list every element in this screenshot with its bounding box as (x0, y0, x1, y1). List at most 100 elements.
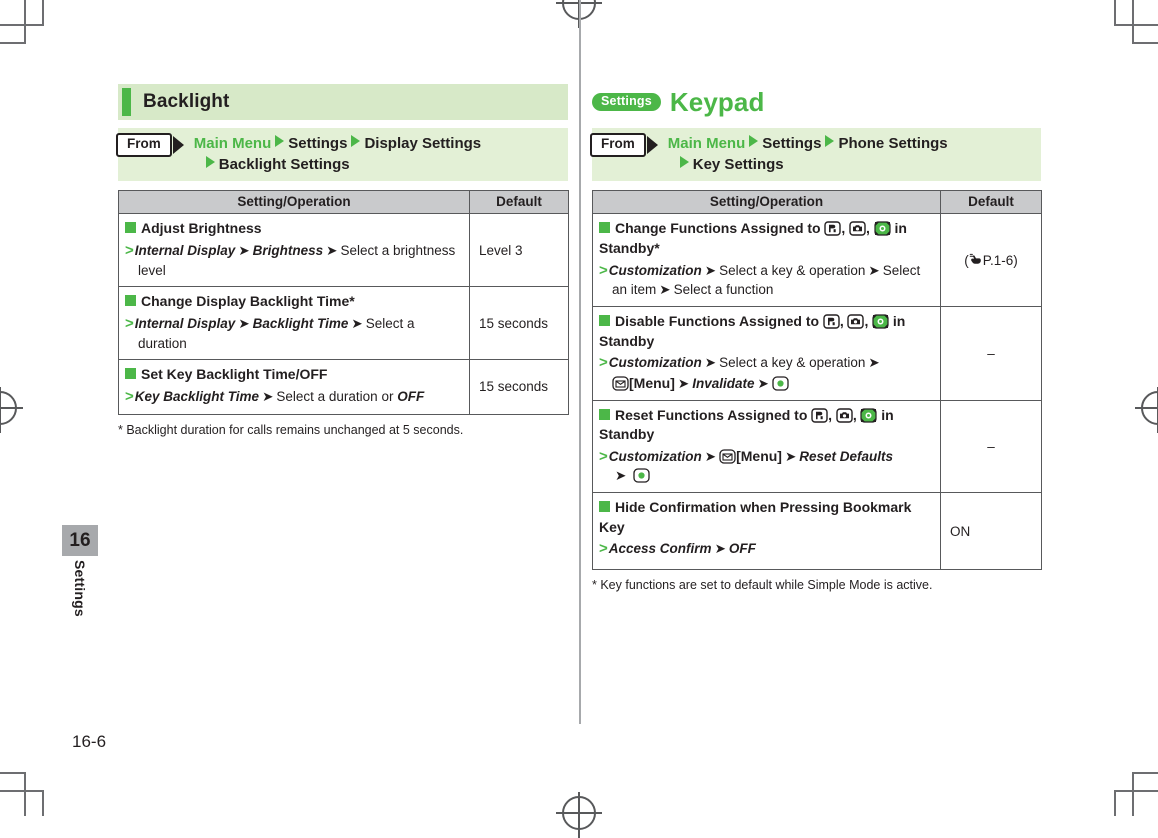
from-label-left: From (116, 133, 172, 157)
page-center-divider (579, 0, 581, 724)
bullet-square-icon (125, 368, 136, 380)
operation-term: Backlight Time (252, 315, 349, 331)
breadcrumb-item-1: Settings (288, 135, 348, 152)
crop-mark-bottom-left-v (24, 772, 26, 816)
operation-term: Brightness (252, 243, 324, 258)
breadcrumb-triangle-icon (749, 135, 759, 147)
crop-mark-top-right-v (1132, 0, 1134, 44)
default-cell: 15 seconds (469, 286, 569, 361)
multi-key-icon (860, 407, 878, 423)
backlight-settings-table: Setting/Operation Default Adjust Brightn… (118, 190, 569, 415)
col-header-setting-operation: Setting/Operation (118, 190, 470, 215)
breadcrumb-item-1: Settings (762, 135, 822, 152)
bullet-square-icon (599, 408, 610, 420)
crop-mark-top-right2-v (1114, 0, 1116, 26)
operation-line: >Internal Display ➤ Brightness ➤ Select a br… (125, 241, 463, 280)
operation-term: Key Backlight Time (134, 388, 260, 404)
col-header-setting-operation: Setting/Operation (592, 190, 941, 215)
section-accent-bar (122, 88, 131, 116)
operation-line: >Customization ➤ Select a key & operation ➤… (599, 353, 934, 393)
operation-term: Internal Display (134, 315, 236, 331)
setting-title: Hide Confirmation when Pressing Bookmark… (599, 499, 912, 535)
operation-term: Access Confirm (608, 541, 712, 557)
breadcrumb-left: Main Menu Settings Display Settings Backli… (194, 133, 481, 175)
breadcrumb-item-2: Display Settings (364, 135, 482, 152)
multi-key-icon (872, 314, 889, 329)
operation-chevron-icon: > (599, 354, 608, 372)
reference-page: P.1-6 (982, 253, 1014, 269)
setting-cell: Set Key Backlight Time/OFF >Key Backligh… (118, 359, 470, 415)
memo-key-icon (823, 314, 840, 329)
camera-key-icon (849, 221, 866, 237)
table-row: Reset Functions Assigned to , , in Stand… (592, 399, 1042, 494)
arrow-icon: ➤ (615, 468, 627, 485)
operation-chevron-icon: > (125, 242, 134, 259)
arrow-icon: ➤ (757, 375, 769, 392)
chapter-label-vertical: Settings (62, 560, 98, 650)
table-header-row: Setting/Operation Default (592, 190, 1042, 215)
default-cell: (P.1-6) (940, 213, 1042, 307)
table-row: Hide Confirmation when Pressing Bookmark… (592, 492, 1042, 570)
arrow-icon: ➤ (326, 243, 338, 259)
bullet-square-icon (599, 314, 610, 326)
table-header-row: Setting/Operation Default (118, 190, 569, 215)
crop-mark-top-left-h (0, 24, 44, 26)
chapter-number-tab: 16 (62, 525, 98, 556)
crop-mark-top-right-h (1114, 24, 1158, 26)
breadcrumb-triangle-icon (351, 135, 361, 147)
center-key-icon (633, 468, 650, 484)
from-pill-right: From (590, 133, 658, 157)
breadcrumb-item-0: Main Menu (667, 135, 746, 152)
reference-hand-icon (969, 252, 983, 267)
from-pill-left: From (116, 133, 184, 157)
arrow-icon: ➤ (868, 355, 880, 372)
setting-title: Adjust Brightness (141, 220, 262, 237)
crop-mark-top-left-v (24, 0, 26, 44)
section-title-backlight: Backlight (118, 84, 568, 120)
breadcrumb-item-3: Backlight Settings (218, 155, 350, 173)
arrow-icon: ➤ (714, 541, 726, 558)
breadcrumb-triangle-icon (825, 135, 835, 147)
arrow-icon: ➤ (351, 315, 363, 332)
operation-term: Invalidate (692, 375, 755, 391)
from-bar-right: From Main Menu Settings Phone Settings Key… (590, 128, 1041, 182)
from-label-right: From (590, 133, 646, 157)
section-title-keypad: Settings Keypad (592, 84, 1041, 120)
operation-line: >Customization ➤ [Menu] ➤ Reset Defaults ➤ (599, 447, 934, 486)
section-title-text: Backlight (143, 91, 230, 112)
operation-text: Select a key & operation (719, 262, 866, 278)
default-cell: Level 3 (469, 213, 569, 288)
table-row: Change Display Backlight Time* >Internal… (118, 286, 569, 361)
bullet-square-icon (125, 222, 136, 234)
operation-term: Reset Defaults (799, 448, 894, 464)
default-cell: 15 seconds (469, 359, 569, 415)
setting-title: Reset Functions Assigned to (615, 406, 808, 423)
table-row: Change Functions Assigned to , , in Stan… (592, 213, 1042, 307)
crop-mark-bottom-right-v (1132, 772, 1134, 816)
crop-mark-bottom-left2-v (42, 790, 44, 816)
operation-chevron-icon: > (125, 387, 134, 405)
page-number: 16-6 (72, 732, 107, 751)
operation-chevron-icon: > (599, 540, 608, 558)
default-cell: – (940, 399, 1042, 494)
setting-cell: Change Functions Assigned to , , in Stan… (592, 213, 941, 307)
default-cell: ON (940, 492, 1042, 570)
arrow-icon: ➤ (238, 315, 250, 332)
from-arrow-icon (172, 135, 184, 154)
center-key-icon (772, 376, 789, 391)
operation-text: Select a function (673, 282, 774, 298)
category-badge: Settings (592, 93, 661, 111)
section-title-text: Keypad (669, 86, 765, 117)
table-row: Adjust Brightness >Internal Display ➤ Brig… (118, 213, 569, 288)
mail-menu-key-icon (719, 449, 736, 464)
crop-mark-bottom-right2-v (1114, 790, 1116, 816)
operation-term: Customization (608, 355, 702, 371)
arrow-icon: ➤ (659, 282, 671, 299)
setting-title: Change Display Backlight Time* (141, 293, 355, 310)
setting-title: Set Key Backlight Time/OFF (141, 366, 328, 383)
arrow-icon: ➤ (704, 262, 717, 279)
operation-text: Select a duration or (276, 388, 394, 404)
operation-line: >Customization ➤ Select a key & operation ➤… (599, 261, 934, 300)
from-bar-left: From Main Menu Settings Display Settings B… (116, 128, 568, 182)
operation-text: Select a key & operation (719, 355, 866, 371)
